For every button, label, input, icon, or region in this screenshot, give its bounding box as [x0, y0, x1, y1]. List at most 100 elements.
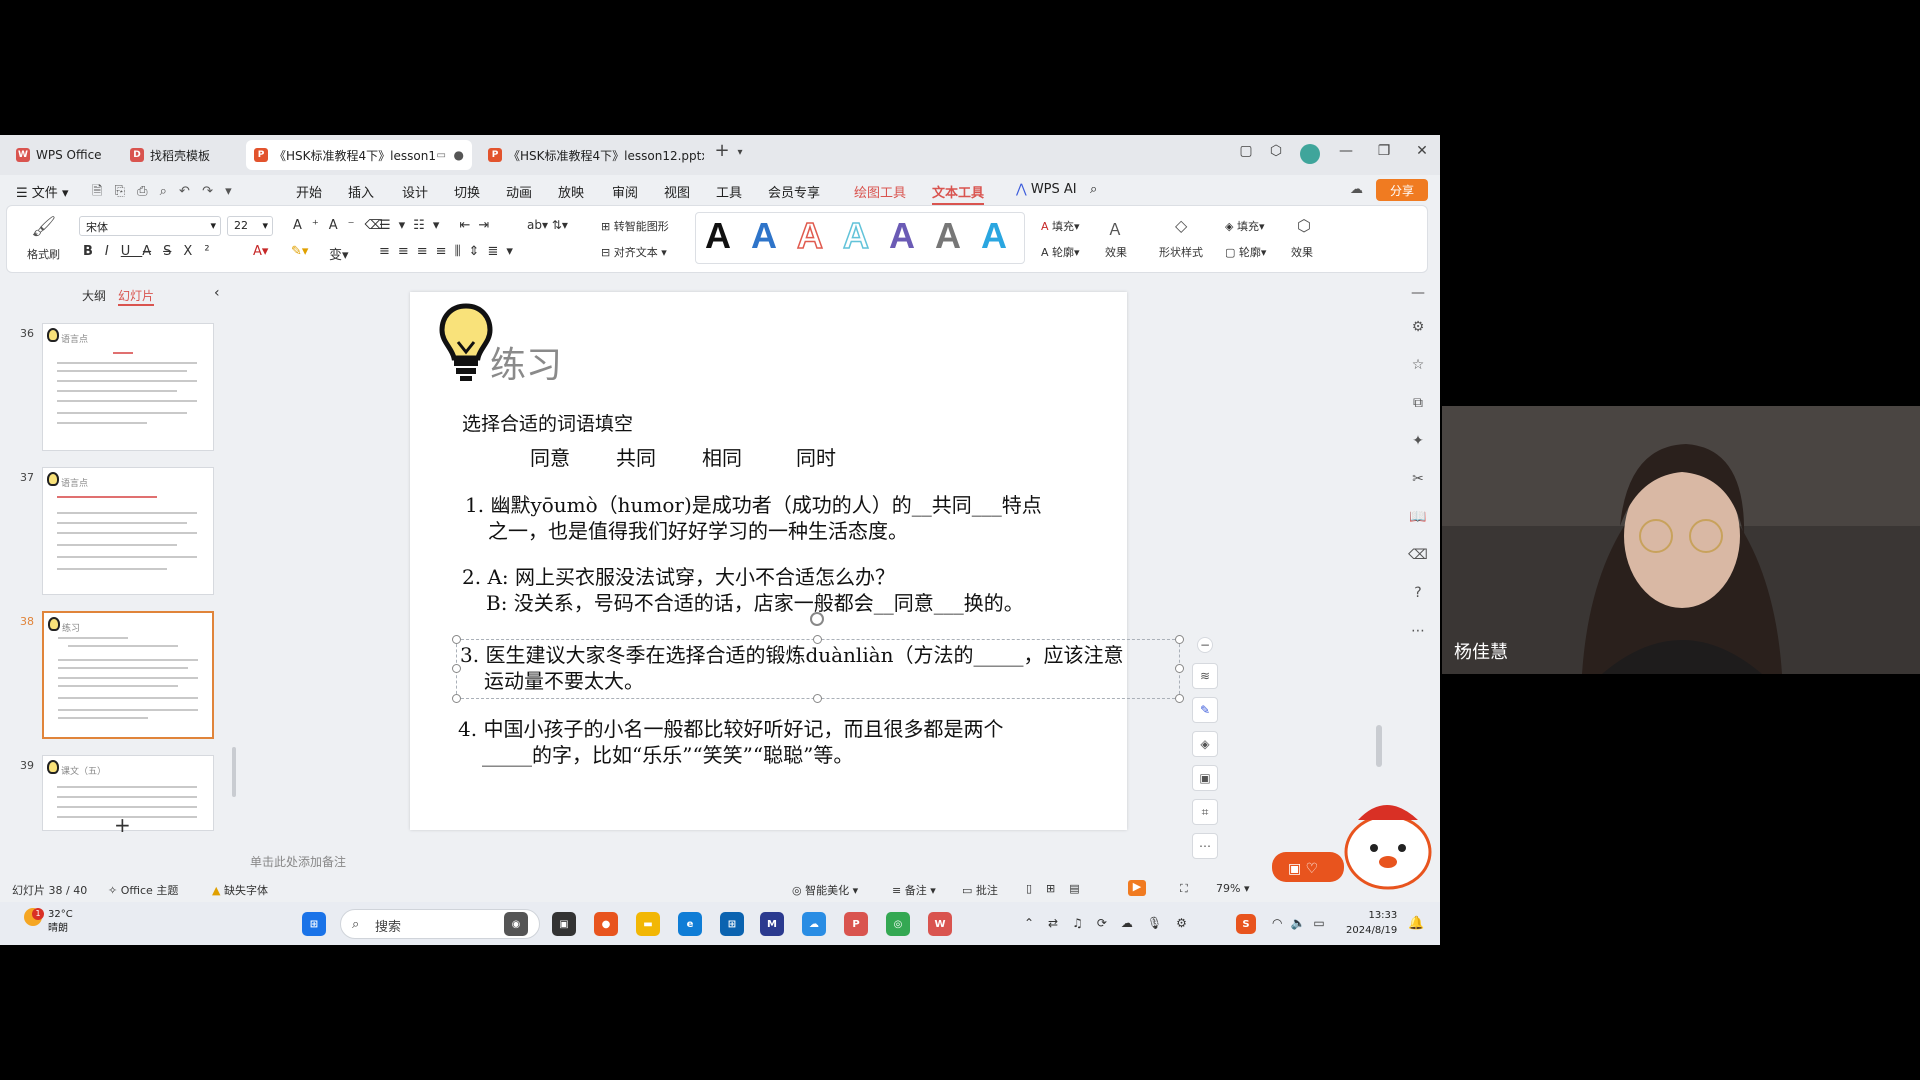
font-name-select[interactable]: 宋体 ▾: [79, 216, 221, 236]
shape-style-icon[interactable]: ◇: [1175, 216, 1187, 235]
slide-thumb-38-selected[interactable]: 练习: [42, 611, 214, 739]
cloud-icon[interactable]: ☁: [1350, 182, 1363, 197]
collapse-pane-icon[interactable]: ‹: [214, 285, 220, 301]
menu-drawing-tools[interactable]: 绘图工具: [854, 182, 906, 201]
chrome-icon[interactable]: ◎: [886, 912, 910, 936]
text-format-tools[interactable]: BIUA̶S̶X²: [83, 244, 222, 259]
tab-outline[interactable]: 大纲: [82, 287, 106, 304]
settings-sliders-icon[interactable]: ⚙: [1408, 319, 1428, 339]
fill-bucket-icon[interactable]: ◈: [1192, 731, 1218, 757]
quick-access-icons[interactable]: 🗎 ⎘ ⎙ ⌕ ↶ ↷ ▾: [92, 182, 236, 204]
phonetic-icon[interactable]: 变▾: [329, 244, 349, 263]
tray-app-icon[interactable]: S: [1236, 914, 1256, 934]
ppt-icon[interactable]: P: [844, 912, 868, 936]
border-icon[interactable]: ▣: [1192, 765, 1218, 791]
notes-button[interactable]: ≡ 备注 ▾: [892, 882, 936, 898]
copy-icon[interactable]: ⧉: [1408, 395, 1428, 415]
slide-canvas[interactable]: 练习 选择合适的词语填空 同意 共同 相同 同时 1. 幽默yōumò（humo…: [410, 292, 1180, 830]
menu-insert[interactable]: 插入: [348, 182, 374, 201]
menu-text-tools[interactable]: 文本工具: [932, 182, 985, 205]
tray-status-icons[interactable]: ◠🔈▭: [1272, 916, 1333, 930]
layers-icon[interactable]: ≋: [1192, 663, 1218, 689]
text-effect-label[interactable]: 效果: [1105, 244, 1127, 260]
play-icon[interactable]: ▶: [1128, 880, 1146, 896]
search-icon[interactable]: ⌕: [1090, 182, 1097, 197]
shape-fill-button[interactable]: ◈ 填充▾: [1225, 218, 1265, 234]
eraser-icon[interactable]: ⌫: [1408, 547, 1428, 567]
tab-template[interactable]: D 找稻壳模板: [122, 140, 238, 170]
mascot-widget-icon[interactable]: ▣ ♡: [1268, 790, 1438, 890]
menu-design[interactable]: 设计: [402, 182, 428, 201]
task-view-icon[interactable]: ▣: [552, 912, 576, 936]
text-outline-button[interactable]: A 轮廓▾: [1041, 244, 1080, 260]
pane-scrollbar[interactable]: [232, 747, 236, 797]
close-icon[interactable]: ✕: [1410, 143, 1434, 159]
more-icon[interactable]: ⋯: [1408, 623, 1428, 643]
book-icon[interactable]: 📖: [1408, 509, 1428, 529]
resize-handle[interactable]: [1175, 664, 1184, 673]
menu-file[interactable]: ☰ 文件 ▾: [16, 182, 68, 201]
shape-style-label[interactable]: 形状样式: [1159, 244, 1203, 260]
app-icon[interactable]: ●: [594, 912, 618, 936]
rotate-handle-icon[interactable]: [810, 612, 824, 626]
text-style-cyan-outline[interactable]: A: [842, 215, 870, 257]
file-explorer-icon[interactable]: ▬: [636, 912, 660, 936]
store-icon[interactable]: ⊞: [720, 912, 744, 936]
share-button[interactable]: 分享: [1376, 179, 1428, 201]
tab-lesson-active[interactable]: P 《HSK标准教程4下》lesson1 ▭ ●: [246, 140, 472, 170]
animation-icon[interactable]: ✦: [1408, 433, 1428, 453]
help-icon[interactable]: ?: [1408, 585, 1428, 605]
unsaved-dot-icon[interactable]: ●: [454, 148, 464, 162]
zoom-level[interactable]: 79% ▾: [1216, 882, 1249, 895]
wps-icon[interactable]: W: [928, 912, 952, 936]
resize-handle[interactable]: [1175, 694, 1184, 703]
font-size-tools[interactable]: A⁺A⁻⌫: [293, 218, 393, 233]
highlight-icon[interactable]: ✎▾: [291, 244, 308, 259]
text-style-blue[interactable]: A: [751, 216, 777, 256]
app-icon[interactable]: M: [760, 912, 784, 936]
star-icon[interactable]: ☆: [1408, 357, 1428, 377]
tray-icons[interactable]: ⌃⇄♫⟳☁🎙⚙: [1024, 916, 1201, 930]
crop-icon[interactable]: ⌗: [1192, 799, 1218, 825]
canvas-scrollbar[interactable]: [1376, 725, 1382, 767]
minimize-icon[interactable]: —: [1334, 143, 1358, 159]
menu-tools[interactable]: 工具: [716, 182, 742, 201]
notification-bell-icon[interactable]: 🔔: [1408, 916, 1424, 931]
comment-button[interactable]: ▭ 批注: [962, 882, 998, 898]
minus-icon[interactable]: —: [1408, 285, 1428, 305]
menu-slideshow[interactable]: 放映: [558, 182, 584, 201]
view-mode-icons[interactable]: ▯⊞▤: [1026, 882, 1094, 895]
menu-animation[interactable]: 动画: [506, 182, 532, 201]
taskbar-clock[interactable]: 13:33 2024/8/19: [1346, 908, 1397, 938]
edge-icon[interactable]: e: [678, 912, 702, 936]
text-fill-button[interactable]: A 填充▾: [1041, 218, 1080, 234]
slide-thumb-36[interactable]: 语言点: [42, 323, 214, 451]
notes-placeholder[interactable]: 单击此处添加备注: [250, 853, 346, 870]
tab-wps-office[interactable]: W WPS Office: [8, 140, 112, 170]
tab-lesson12[interactable]: P 《HSK标准教程4下》lesson12.pptx: [480, 140, 704, 170]
align-text-button[interactable]: ⊟ 对齐文本 ▾: [601, 244, 667, 260]
slide-thumb-37[interactable]: 语言点: [42, 467, 214, 595]
resize-handle[interactable]: [1175, 635, 1184, 644]
menu-transition[interactable]: 切换: [454, 182, 480, 201]
shape-outline-button[interactable]: ▢ 轮廓▾: [1225, 244, 1266, 260]
text-style-black[interactable]: A: [705, 216, 731, 256]
beautify-button[interactable]: ◎ 智能美化 ▾: [792, 882, 858, 898]
pen-icon[interactable]: ✎: [1192, 697, 1218, 723]
camera-icon[interactable]: ◉: [504, 912, 528, 936]
menu-review[interactable]: 审阅: [612, 182, 638, 201]
smart-shape-button[interactable]: ⊞ 转智能图形: [601, 218, 669, 234]
missing-font-button[interactable]: ▲ 缺失字体: [212, 882, 268, 898]
more-icon[interactable]: ⋯: [1192, 833, 1218, 859]
cube-icon[interactable]: ⬡: [1264, 143, 1288, 159]
list-tools[interactable]: ☰▾☷▾ ⇤⇥: [379, 218, 497, 233]
cloud-app-icon[interactable]: ☁: [802, 912, 826, 936]
menu-wps-ai[interactable]: ⋀ WPS AI: [1016, 182, 1077, 197]
menu-start[interactable]: 开始: [296, 182, 322, 201]
question-3-line-1[interactable]: 3. 医生建议大家冬季在选择合适的锻炼duànliàn（方法的_____，应该注…: [460, 642, 1124, 668]
text-effect-icon[interactable]: Ａ: [1107, 216, 1123, 240]
text-style-gray[interactable]: A: [935, 216, 961, 256]
text-style-purple[interactable]: A: [889, 216, 915, 256]
shape-effect-icon[interactable]: ⬡: [1297, 216, 1311, 235]
menu-view[interactable]: 视图: [664, 182, 690, 201]
